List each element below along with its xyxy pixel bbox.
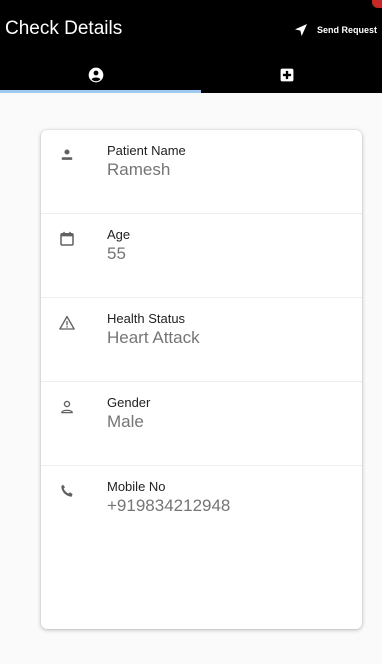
detail-row-mobile: Mobile No +919834212948	[41, 466, 362, 549]
warning-triangle-icon	[59, 315, 75, 330]
tab-medical[interactable]	[191, 60, 382, 90]
detail-row-gender: Gender Male	[41, 382, 362, 466]
details-card: Patient Name Ramesh Age 55 Health Status…	[41, 130, 362, 629]
navigation-arrow-icon	[294, 24, 307, 36]
tab-patient[interactable]	[0, 60, 191, 90]
detail-label: Mobile No	[107, 479, 166, 494]
debug-banner-corner	[372, 0, 382, 8]
detail-value: 55	[107, 244, 126, 263]
detail-label: Gender	[107, 395, 151, 410]
detail-label: Age	[107, 227, 131, 242]
person-outline-icon	[61, 400, 73, 414]
calendar-icon	[60, 231, 74, 246]
detail-row-age: Age 55	[41, 214, 362, 298]
detail-row-patient-name: Patient Name Ramesh	[41, 130, 362, 214]
app-screen: Check Details Send Request Patient Name …	[0, 0, 382, 664]
detail-value: Male	[107, 412, 144, 431]
detail-row-health-status: Health Status Heart Attack	[41, 298, 362, 382]
detail-value: Heart Attack	[107, 328, 200, 347]
app-bar: Check Details Send Request	[0, 0, 382, 93]
detail-label: Health Status	[107, 311, 186, 326]
detail-label: Patient Name	[107, 143, 186, 158]
send-request-button[interactable]: Send Request	[293, 20, 377, 40]
medical-cross-icon	[280, 68, 293, 82]
detail-value: +919834212948	[107, 496, 231, 515]
detail-value: Ramesh	[107, 160, 171, 179]
account-circle-icon	[88, 67, 103, 83]
send-request-label: Send Request	[316, 25, 377, 35]
page-title: Check Details	[5, 18, 123, 39]
phone-icon	[61, 484, 73, 497]
tab-indicator	[0, 90, 201, 93]
person-icon	[61, 149, 73, 160]
tab-bar	[0, 60, 382, 93]
